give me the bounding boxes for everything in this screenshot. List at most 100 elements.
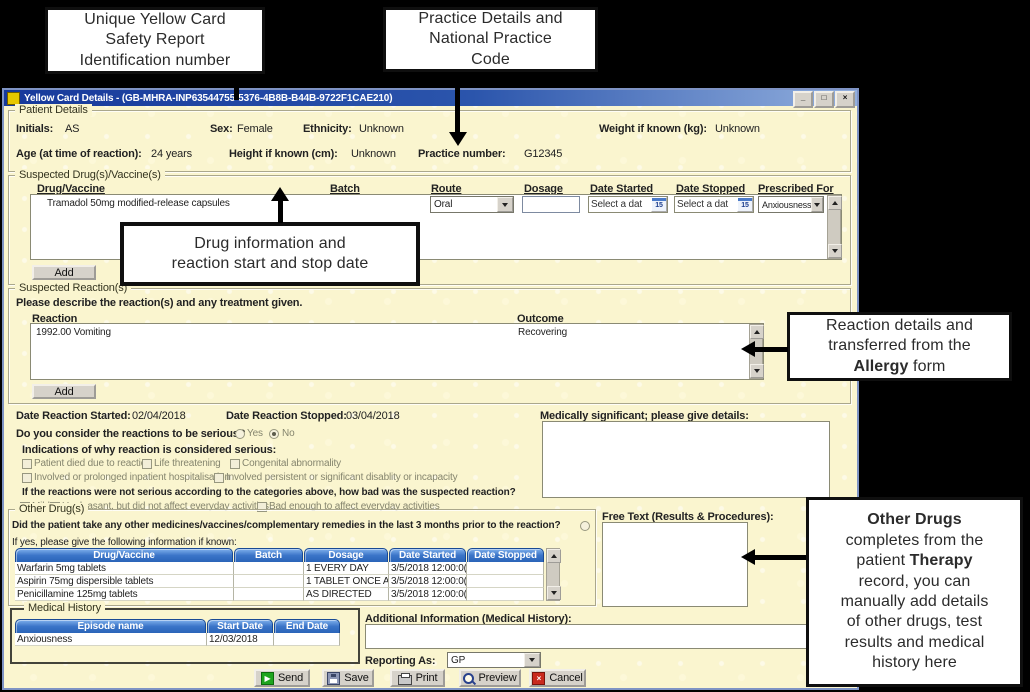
other-row-batch[interactable] [234,562,304,575]
chevron-down-icon[interactable] [497,197,513,212]
sex-value: Female [237,123,273,135]
prescribed-for-select[interactable]: Anxiousness [758,196,824,213]
add-reaction-button[interactable]: Add [32,384,96,399]
date-reaction-started-value: 02/04/2018 [132,410,186,422]
free-text-textarea[interactable] [602,522,748,607]
serious-yes-radio [235,429,245,439]
drugs-list-scrollbar[interactable] [827,195,841,259]
calendar-icon[interactable]: 15 [737,197,753,212]
mh-row-start[interactable]: 12/03/2018 [207,633,274,646]
dosage-input[interactable] [522,196,580,213]
scroll-down-icon[interactable] [750,364,764,378]
annotation-line: Identification number [80,51,231,71]
scroll-up-icon[interactable] [750,325,764,339]
date-stopped-picker[interactable]: Select a dat 15 [674,196,754,213]
other-row-dosage[interactable]: 1 TABLET ONCE A [304,575,389,588]
chevron-down-icon[interactable] [524,653,540,667]
arrow-shaft [753,555,806,560]
height-label: Height if known (cm): [229,148,338,160]
other-row-dosage[interactable]: 1 EVERY DAY [304,562,389,575]
reporting-as-value: GP [451,655,465,666]
minimize-button[interactable]: _ [793,91,813,108]
checkbox-disability-label: Involved persistent or significant disab… [226,472,457,483]
other-drugs-if-yes: If yes, please give the following inform… [12,537,237,548]
other-drugs-question-radio [580,521,590,531]
other-row-stopped[interactable] [467,588,544,601]
annotation-line: Code [471,50,510,70]
other-row-dosage[interactable]: AS DIRECTED [304,588,389,601]
mh-col-episode: Episode name [15,619,206,633]
drug-row-name[interactable]: Tramadol 50mg modified-release capsules [47,198,230,209]
annotation-line: results and medical [845,633,985,653]
other-row-stopped[interactable] [467,562,544,575]
practice-number-value: G12345 [524,148,562,160]
ethnicity-label: Ethnicity: [303,123,352,135]
chevron-down-icon[interactable] [811,197,823,212]
calendar-icon[interactable]: 15 [651,197,667,212]
mh-row-end[interactable] [274,633,340,646]
other-drugs-scrollbar[interactable] [546,548,560,601]
scroll-down-icon[interactable] [547,586,561,600]
annotation-line: Unique Yellow Card [84,10,225,30]
other-row-name[interactable]: Aspirin 75mg dispersible tablets [15,575,234,588]
other-row-batch[interactable] [234,575,304,588]
reaction-row-outcome[interactable]: Recovering [518,327,567,338]
close-button[interactable]: × [835,91,855,108]
save-icon [327,672,340,685]
preview-button-label: Preview [478,672,516,684]
serious-question: Do you consider the reactions to be seri… [16,428,245,440]
other-row-name[interactable]: Warfarin 5mg tablets [15,562,234,575]
window-titlebar[interactable]: Yellow Card Details - (GB-MHRA-INP635447… [4,90,857,106]
mh-row-episode[interactable]: Anxiousness [15,633,207,646]
reporting-as-select[interactable]: GP [447,652,541,668]
send-icon: ▶ [261,672,274,685]
annotation-other-drugs: Other Drugs completes from the patient T… [806,497,1023,687]
other-row-started[interactable]: 3/5/2018 12:00:0( [389,575,467,588]
annotation-line: manually add details [841,592,989,612]
annotation-line: National Practice [429,29,552,49]
print-button[interactable]: Print [390,669,445,687]
weight-value: Unknown [715,123,760,135]
preview-icon [463,673,474,684]
preview-button[interactable]: Preview [459,669,521,687]
scroll-up-icon[interactable] [828,196,842,210]
prescribed-for-value: Anxiousness [762,200,811,210]
reactions-prompt: Please describe the reaction(s) and any … [16,297,302,309]
serious-no-label: No [282,428,294,439]
arrow-shaft [278,200,283,223]
serious-yes-label: Yes [247,428,263,439]
print-icon [398,675,412,685]
other-col-date-stopped: Date Stopped [467,548,544,562]
medically-significant-textarea[interactable] [542,421,830,498]
additional-info-input[interactable] [365,624,845,649]
scroll-up-icon[interactable] [547,549,561,563]
maximize-button[interactable]: □ [814,91,834,108]
arrow-shaft [455,72,460,132]
route-select[interactable]: Oral [430,196,514,213]
add-drug-button[interactable]: Add [32,265,96,280]
other-row-name[interactable]: Penicillamine 125mg tablets [15,588,234,601]
other-row-batch[interactable] [234,588,304,601]
annotation-line: transferred from the [828,336,971,356]
date-started-picker[interactable]: Select a dat 15 [588,196,668,213]
annotation-line: Safety Report [105,30,204,50]
suspected-drugs-legend: Suspected Drug(s)/Vaccine(s) [15,169,165,181]
window-title: Yellow Card Details - (GB-MHRA-INP635447… [24,93,392,104]
annotation-line: Other Drugs [867,510,961,530]
other-row-stopped[interactable] [467,575,544,588]
indications-label: Indications of why reaction is considere… [22,444,276,456]
other-row-started[interactable]: 3/5/2018 12:00:0( [389,588,467,601]
save-button[interactable]: Save [322,669,374,687]
cancel-button[interactable]: × Cancel [529,669,586,687]
reaction-row-value[interactable]: 1992.00 Vomiting [36,327,111,338]
scroll-down-icon[interactable] [828,244,842,258]
checkbox-congenital-label: Congenital abnormality [242,458,341,469]
send-button[interactable]: ▶ Send [254,669,310,687]
other-row-started[interactable]: 3/5/2018 12:00:0( [389,562,467,575]
initials-label: Initials: [16,123,53,135]
date-reaction-stopped-value: 03/04/2018 [346,410,400,422]
age-value: 24 years [151,148,192,160]
annotation-line: patient Therapy [856,551,972,571]
annotation-id-number: Unique Yellow Card Safety Report Identif… [45,7,265,74]
reactions-list[interactable]: 1992.00 Vomiting Recovering [30,323,764,380]
